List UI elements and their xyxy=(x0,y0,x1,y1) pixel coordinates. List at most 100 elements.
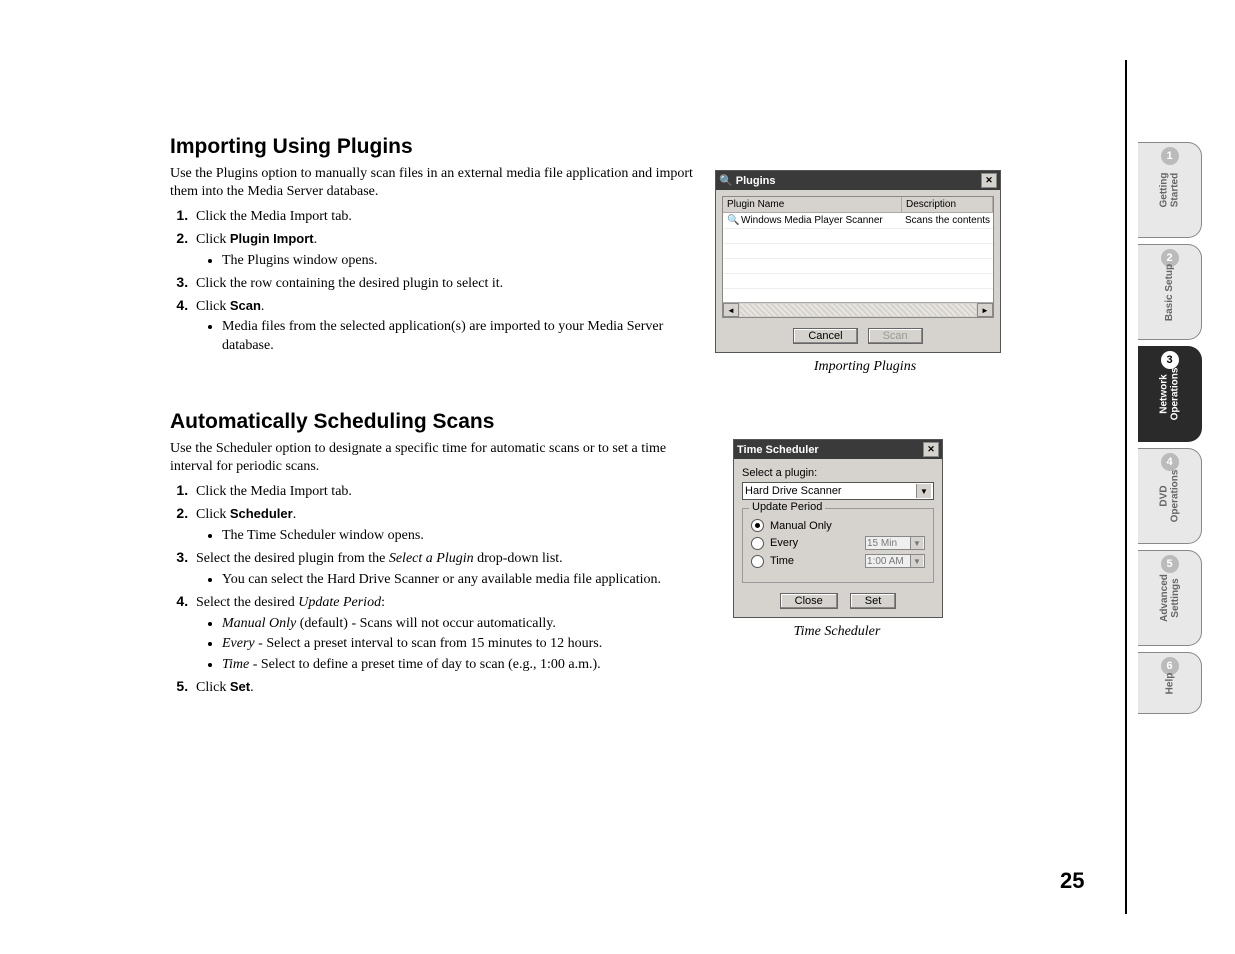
radio-manual-only[interactable]: Manual Only xyxy=(751,519,925,532)
step4-period: . xyxy=(261,299,265,314)
ts-titlebar: Time Scheduler ✕ xyxy=(734,440,942,459)
plugin-select-value: Hard Drive Scanner xyxy=(745,485,842,497)
step-4: Click Scan. Media files from the selecte… xyxy=(192,296,700,357)
scan-button[interactable]: Scan xyxy=(868,328,923,344)
section2-intro: Use the Scheduler option to designate a … xyxy=(170,440,700,475)
s2-step5: Click Set. xyxy=(192,677,700,698)
radio-manual-label: Manual Only xyxy=(770,520,832,532)
plugins-dialog-titlebar: 🔍 Plugins ✕ xyxy=(716,171,1000,190)
tab-label: Basic Setup xyxy=(1164,263,1175,320)
horizontal-scrollbar[interactable]: ◄ ► xyxy=(723,302,993,317)
s2-step2-pre: Click xyxy=(196,507,230,522)
blank-row xyxy=(723,229,993,244)
select-plugin-label: Select a plugin: xyxy=(742,467,934,479)
opt-time: Time - Select to define a preset time of… xyxy=(222,656,700,675)
chapter-tabs: 1 GettingStarted 2 Basic Setup 3 Network… xyxy=(1138,142,1202,714)
opt2-rest: - Select a preset interval to scan from … xyxy=(255,636,603,651)
col-plugin-name[interactable]: Plugin Name xyxy=(723,197,902,212)
opt1-label: Manual Only xyxy=(222,616,296,631)
s2-step2-sub: The Time Scheduler window opens. xyxy=(222,527,700,546)
blank-row xyxy=(723,274,993,289)
plugins-dialog: 🔍 Plugins ✕ Plugin Name Description 🔍Win… xyxy=(715,170,1001,353)
tab-network-operations[interactable]: 3 NetworkOperations xyxy=(1138,346,1202,442)
tab-help[interactable]: 6 Help xyxy=(1138,652,1202,714)
plugins-table: Plugin Name Description 🔍Windows Media P… xyxy=(722,196,994,318)
scroll-left-icon[interactable]: ◄ xyxy=(723,303,739,317)
step-2: Click Plugin Import. The Plugins window … xyxy=(192,229,700,271)
tab-label: NetworkOperations xyxy=(1158,368,1180,421)
ts-title-text: Time Scheduler xyxy=(737,444,819,456)
tab-dvd-operations[interactable]: 4 DVDOperations xyxy=(1138,448,1202,544)
tab-getting-started[interactable]: 1 GettingStarted xyxy=(1138,142,1202,238)
s2-step5-dot: . xyxy=(250,680,254,695)
s2-step4-pre: Select the desired xyxy=(196,595,298,610)
s2-step3: Select the desired plugin from the Selec… xyxy=(192,548,700,590)
every-interval-value: 15 Min xyxy=(867,538,897,549)
radio-icon xyxy=(751,519,764,532)
radio-icon xyxy=(751,555,764,568)
plugins-title-text: Plugins xyxy=(736,175,776,187)
tab-label: DVDOperations xyxy=(1158,470,1180,523)
row-description: Scans the contents of Window xyxy=(901,213,993,228)
figures-column: 🔍 Plugins ✕ Plugin Name Description 🔍Win… xyxy=(715,170,1015,640)
chevron-down-icon: ▼ xyxy=(916,484,931,498)
time-select[interactable]: 1:00 AM ▼ xyxy=(865,554,925,568)
s2-step5-bold: Set xyxy=(230,679,250,694)
step1-text: Click the Media Import tab. xyxy=(196,209,352,224)
s2-step3-pre: Select the desired plugin from the xyxy=(196,551,389,566)
table-row[interactable]: 🔍Windows Media Player Scanner Scans the … xyxy=(723,213,993,229)
section2: Automatically Scheduling Scans Use the S… xyxy=(170,410,700,698)
scroll-track[interactable] xyxy=(740,304,976,316)
time-value: 1:00 AM xyxy=(867,556,904,567)
ts-caption: Time Scheduler xyxy=(715,624,959,640)
magnifier-icon: 🔍 xyxy=(719,175,733,187)
tab-label: Help xyxy=(1164,672,1175,694)
main-content: Importing Using Plugins Use the Plugins … xyxy=(170,135,700,700)
opt3-label: Time xyxy=(222,657,249,672)
ts-buttons: Close Set xyxy=(742,593,934,609)
update-period-legend: Update Period xyxy=(749,501,825,513)
close-button[interactable]: Close xyxy=(780,593,838,609)
tab-label: GettingStarted xyxy=(1159,173,1181,208)
ts-body: Select a plugin: Hard Drive Scanner ▼ Up… xyxy=(734,459,942,617)
page-number: 25 xyxy=(1060,868,1084,894)
opt-every: Every - Select a preset interval to scan… xyxy=(222,635,700,654)
scroll-right-icon[interactable]: ► xyxy=(977,303,993,317)
close-icon[interactable]: ✕ xyxy=(981,173,997,188)
row-name-text: Windows Media Player Scanner xyxy=(741,215,883,226)
opt2-label: Every xyxy=(222,636,255,651)
radio-icon xyxy=(751,537,764,550)
col-description[interactable]: Description xyxy=(902,197,993,212)
every-interval-select[interactable]: 15 Min ▼ xyxy=(865,536,925,550)
section1-steps: Click the Media Import tab. Click Plugin… xyxy=(170,206,700,356)
cancel-button[interactable]: Cancel xyxy=(793,328,857,344)
s2-step1: Click the Media Import tab. xyxy=(192,481,700,502)
chevron-down-icon: ▼ xyxy=(910,537,923,549)
section2-steps: Click the Media Import tab. Click Schedu… xyxy=(170,481,700,698)
radio-time[interactable]: Time 1:00 AM ▼ xyxy=(751,554,925,568)
radio-every-label: Every xyxy=(770,537,798,549)
s2-step3-post: drop-down list. xyxy=(474,551,563,566)
tab-number: 5 xyxy=(1161,555,1179,573)
plugins-dialog-buttons: Cancel Scan xyxy=(716,324,1000,352)
radio-every[interactable]: Every 15 Min ▼ xyxy=(751,536,925,550)
row-plugin-name: 🔍Windows Media Player Scanner xyxy=(723,213,901,228)
set-button[interactable]: Set xyxy=(850,593,897,609)
page: Importing Using Plugins Use the Plugins … xyxy=(0,0,1235,954)
s2-step3-italic: Select a Plugin xyxy=(389,551,474,566)
plugins-dialog-title: 🔍 Plugins xyxy=(719,174,776,187)
blank-row xyxy=(723,259,993,274)
s2-step2-dot: . xyxy=(293,507,297,522)
step3-text: Click the row containing the desired plu… xyxy=(196,276,503,291)
plugins-caption: Importing Plugins xyxy=(715,359,1015,375)
opt-manual: Manual Only (default) - Scans will not o… xyxy=(222,615,700,634)
s2-step4-italic: Update Period xyxy=(298,595,381,610)
step-3: Click the row containing the desired plu… xyxy=(192,273,700,294)
close-icon[interactable]: ✕ xyxy=(923,442,939,457)
s2-step3-sub: You can select the Hard Drive Scanner or… xyxy=(222,571,700,590)
plugin-select[interactable]: Hard Drive Scanner ▼ xyxy=(742,482,934,500)
step4-bold: Scan xyxy=(230,298,261,313)
tab-basic-setup[interactable]: 2 Basic Setup xyxy=(1138,244,1202,340)
tab-advanced-settings[interactable]: 5 AdvancedSettings xyxy=(1138,550,1202,646)
section2-heading: Automatically Scheduling Scans xyxy=(170,410,700,434)
